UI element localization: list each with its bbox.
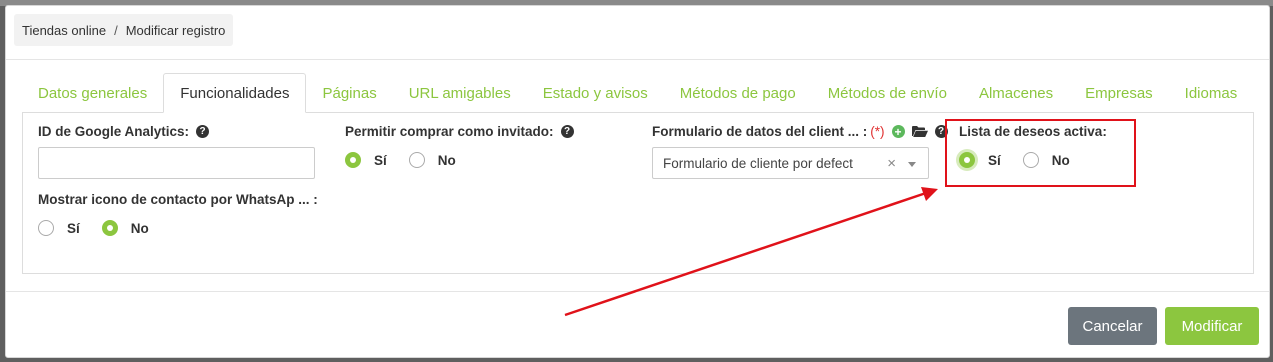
whatsapp-radio-yes[interactable]: Sí: [38, 220, 80, 236]
tab-empresas[interactable]: Empresas: [1069, 73, 1169, 113]
whatsapp-yes-label: Sí: [67, 220, 80, 236]
help-icon[interactable]: ?: [560, 125, 574, 138]
ga-label-text: ID de Google Analytics:: [38, 124, 190, 139]
breadcrumb-current: Modificar registro: [125, 22, 226, 38]
guest-radio-no[interactable]: No: [408, 152, 456, 168]
tab-estado-y-avisos[interactable]: Estado y avisos: [527, 73, 664, 113]
breadcrumb: Tiendas online / Modificar registro: [14, 14, 234, 46]
whatsapp-radio-group: Sí No: [38, 220, 171, 236]
whatsapp-no-label: No: [130, 220, 149, 236]
chevron-down-icon[interactable]: [908, 162, 916, 167]
modal-header: Tiendas online / Modificar registro: [6, 6, 1269, 60]
guest-radio-group: Sí No: [345, 152, 478, 168]
tab-funcionalidades[interactable]: Funcionalidades: [163, 73, 307, 113]
radio-unchecked-icon: [38, 220, 54, 236]
guest-field-label: Permitir comprar como invitado: ?: [345, 124, 574, 139]
modal-footer-divider: [6, 291, 1269, 292]
radio-checked-icon: [101, 220, 118, 236]
tab-metodos-de-pago[interactable]: Métodos de pago: [664, 73, 812, 113]
guest-radio-yes[interactable]: Sí: [345, 152, 387, 168]
whatsapp-radio-no[interactable]: No: [101, 220, 149, 236]
guest-no-label: No: [437, 152, 456, 168]
form-label-text: Formulario de datos del client ... :: [652, 124, 868, 139]
tab-almacenes[interactable]: Almacenes: [963, 73, 1069, 113]
whatsapp-field-label: Mostrar icono de contacto por WhatsAp ..…: [38, 192, 318, 207]
ga-input[interactable]: [38, 147, 315, 179]
tab-metodos-de-envio[interactable]: Métodos de envío: [812, 73, 963, 113]
tab-bar: Datos generales Funcionalidades Páginas …: [22, 73, 1253, 113]
modify-button[interactable]: Modificar: [1165, 307, 1259, 345]
required-marker: (*): [870, 124, 885, 139]
breadcrumb-separator: /: [114, 22, 118, 38]
form-field-label: Formulario de datos del client ... : (*)…: [652, 124, 948, 139]
breadcrumb-root[interactable]: Tiendas online: [22, 23, 106, 38]
cancel-button[interactable]: Cancelar: [1068, 307, 1157, 345]
form-select[interactable]: Formulario de cliente por defect ×: [652, 147, 929, 179]
whatsapp-label-text: Mostrar icono de contacto por WhatsAp ..…: [38, 192, 318, 207]
tab-idiomas[interactable]: Idiomas: [1169, 73, 1254, 113]
ga-field-label: ID de Google Analytics: ?: [38, 124, 210, 139]
radio-unchecked-icon: [408, 152, 425, 168]
tab-datos-generales[interactable]: Datos generales: [22, 73, 163, 113]
plus-circle-icon[interactable]: +: [891, 125, 905, 138]
help-icon[interactable]: ?: [196, 125, 210, 138]
annotation-highlight-box: [945, 119, 1136, 187]
folder-open-icon[interactable]: [911, 125, 928, 138]
clear-icon[interactable]: ×: [887, 155, 896, 172]
tab-url-amigables[interactable]: URL amigables: [393, 73, 527, 113]
tab-paginas[interactable]: Páginas: [306, 73, 392, 113]
guest-yes-label: Sí: [374, 152, 387, 168]
form-select-value: Formulario de cliente por defect: [663, 155, 853, 171]
radio-checked-icon: [345, 152, 361, 168]
guest-label-text: Permitir comprar como invitado:: [345, 124, 554, 139]
